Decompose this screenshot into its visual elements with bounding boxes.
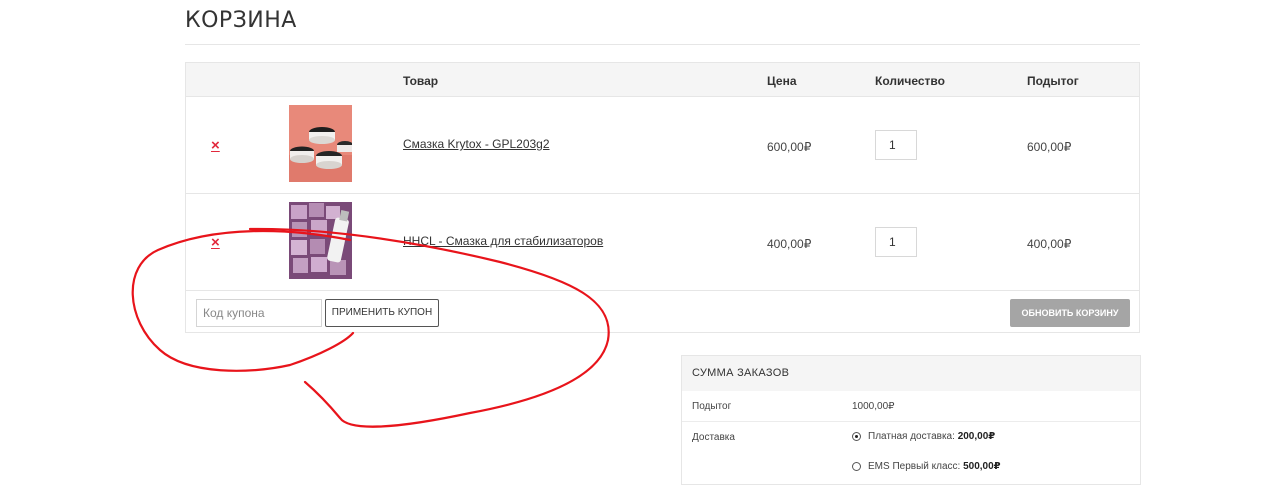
cart-actions: Код купона ПРИМЕНИТЬ КУПОН ОБНОВИТЬ КОРЗ… — [186, 290, 1139, 333]
product-subtotal: 400,00₽ — [1027, 237, 1072, 251]
header-quantity: Количество — [875, 74, 945, 88]
subtotal-label: Подытог — [692, 401, 732, 412]
product-price: 600,00₽ — [767, 140, 812, 154]
product-price: 400,00₽ — [767, 237, 812, 251]
shipping-option-radio[interactable] — [852, 462, 861, 471]
shipping-option-name: EMS Первый класс: — [868, 461, 961, 472]
product-name-link[interactable]: Смазка Krytox - GPL203g2 — [403, 137, 550, 151]
shipping-option-label[interactable]: EMS Первый класс: 500,00₽ — [868, 461, 1001, 472]
product-subtotal: 600,00₽ — [1027, 140, 1072, 154]
shipping-option-radio[interactable] — [852, 432, 861, 441]
product-thumbnail[interactable] — [289, 105, 352, 182]
apply-coupon-button[interactable]: ПРИМЕНИТЬ КУПОН — [325, 299, 439, 327]
subtotal-value: 1000,00₽ — [852, 401, 895, 412]
shipping-option-label[interactable]: Платная доставка: 200,00₽ — [868, 431, 995, 442]
shipping-option-price: 200,00₽ — [957, 431, 996, 442]
cart-totals-title: СУММА ЗАКАЗОВ — [692, 367, 790, 379]
cart-table: Товар Цена Количество Подытог × Смазка K… — [185, 62, 1140, 333]
title-divider — [185, 44, 1140, 45]
cart-table-header: Товар Цена Количество Подытог — [186, 63, 1139, 96]
product-thumbnail[interactable] — [289, 202, 352, 279]
header-price: Цена — [767, 74, 797, 88]
remove-item-button[interactable]: × — [211, 137, 220, 154]
cart-totals-header: СУММА ЗАКАЗОВ — [682, 356, 1140, 391]
cart-row: × HHCL - Смазка для стабилизаторов 400,0… — [186, 193, 1139, 290]
coupon-input[interactable]: Код купона — [196, 299, 322, 327]
product-name-link[interactable]: HHCL - Смазка для стабилизаторов — [403, 234, 603, 248]
page-title: КОРЗИНА — [185, 8, 297, 33]
totals-divider — [682, 421, 1140, 422]
header-product: Товар — [403, 74, 439, 88]
remove-item-button[interactable]: × — [211, 234, 220, 251]
cart-row: × Смазка Krytox - GPL203g2 600,00₽ 1 600… — [186, 96, 1139, 193]
shipping-option-price: 500,00₽ — [963, 461, 1001, 472]
cart-totals: СУММА ЗАКАЗОВ Подытог 1000,00₽ Доставка … — [681, 355, 1141, 485]
quantity-input[interactable]: 1 — [875, 130, 917, 160]
header-subtotal: Подытог — [1027, 74, 1079, 88]
shipping-label: Доставка — [692, 432, 735, 443]
shipping-option-name: Платная доставка: — [868, 431, 955, 442]
quantity-input[interactable]: 1 — [875, 227, 917, 257]
update-cart-button[interactable]: ОБНОВИТЬ КОРЗИНУ — [1010, 299, 1130, 327]
